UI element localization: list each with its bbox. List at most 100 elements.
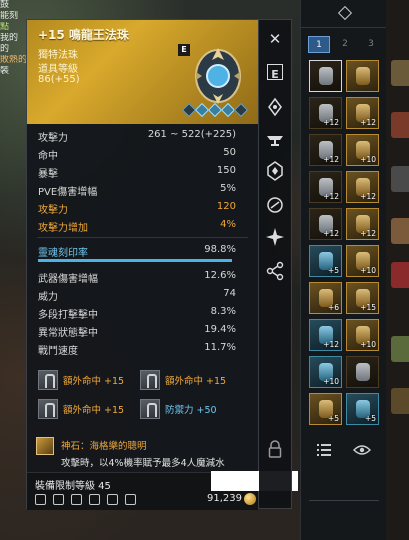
equipment-item-icon bbox=[356, 363, 370, 381]
bonus-item: 額外命中 +15 bbox=[140, 370, 226, 390]
horse-piece-icon bbox=[38, 370, 58, 390]
bonus-label: 防禦力 +50 bbox=[165, 405, 217, 416]
edge-slot bbox=[391, 262, 409, 288]
equipment-slot[interactable]: +10 bbox=[309, 356, 342, 388]
trade-flag-icon bbox=[125, 494, 136, 505]
enhance-level: +12 bbox=[323, 192, 339, 201]
tooltip-header: +15 鳴龍王法珠 獨特法珠 道具等級 86(+55) E bbox=[27, 20, 258, 124]
equipped-badge: E bbox=[178, 44, 190, 56]
equipment-slot[interactable]: +12 bbox=[309, 134, 342, 166]
edge-slot bbox=[391, 166, 409, 192]
compass-icon bbox=[337, 5, 353, 21]
equipment-slot[interactable]: +10 bbox=[346, 245, 379, 277]
enhance-icon[interactable] bbox=[264, 96, 286, 118]
preset-tab-1[interactable]: 1 bbox=[308, 36, 330, 53]
stat-value: 8.3% bbox=[210, 306, 236, 317]
bonus-item: 防禦力 +50 bbox=[140, 399, 217, 419]
gem-icon bbox=[36, 437, 54, 455]
stat-value: 74 bbox=[223, 288, 236, 299]
stat-row: 攻擊力增加 4% bbox=[27, 216, 258, 234]
list-icon[interactable] bbox=[317, 444, 331, 456]
anvil-icon[interactable] bbox=[264, 128, 286, 150]
edge-slot bbox=[391, 112, 409, 138]
equipment-slot[interactable]: +5 bbox=[309, 393, 342, 425]
scale-icon bbox=[71, 494, 82, 505]
edge-slot bbox=[391, 388, 409, 414]
item-title: +15 鳴龍王法珠 bbox=[38, 28, 129, 42]
equipment-slot[interactable]: +15 bbox=[346, 282, 379, 314]
stat-row: 暴擊 150 bbox=[27, 162, 258, 180]
seal-rate-bar bbox=[38, 259, 232, 262]
background-chat-text: 鼓 能刻 點 我的 的 敗熱的 裝 bbox=[0, 0, 26, 77]
trade-flags bbox=[35, 494, 136, 505]
preset-tab-2[interactable]: 2 bbox=[334, 36, 356, 53]
bonus-label: 額外命中 +15 bbox=[63, 376, 125, 387]
equipment-slot[interactable]: +10 bbox=[346, 319, 379, 351]
orb-item-icon bbox=[195, 48, 241, 104]
horse-piece-icon bbox=[38, 399, 58, 419]
enhance-level: +5 bbox=[364, 414, 376, 423]
stat-label: 戰鬥速度 bbox=[38, 346, 78, 357]
equipment-slot[interactable]: +12 bbox=[346, 208, 379, 240]
enhance-level: +5 bbox=[327, 414, 339, 423]
item-tooltip: +15 鳴龍王法珠 獨特法珠 道具等級 86(+55) E 攻擊力 261 ~ 5… bbox=[26, 19, 259, 510]
transfer-icon[interactable] bbox=[264, 194, 286, 216]
equipment-slot[interactable] bbox=[346, 60, 379, 92]
stat-label: 異常狀態擊中 bbox=[38, 328, 98, 339]
sparkle-icon[interactable] bbox=[264, 226, 286, 248]
enhance-level: +12 bbox=[323, 340, 339, 349]
stat-value: 4% bbox=[220, 219, 236, 230]
equipment-slot[interactable]: +12 bbox=[309, 319, 342, 351]
stat-label: 攻擊力增加 bbox=[38, 223, 88, 234]
stat-value: 5% bbox=[220, 183, 236, 194]
bonus-stats: 額外命中 +15 額外命中 +15 額外命中 +15 防禦力 +50 bbox=[27, 366, 258, 428]
enhance-level: +6 bbox=[327, 303, 339, 312]
equipment-grid: +12 +12 +12 +10 +12 +12 +12 +12 +5 +10 +6 +15 +12 +10… bbox=[309, 60, 379, 425]
bonus-item: 額外命中 +15 bbox=[38, 399, 124, 419]
equipment-slot[interactable]: +12 bbox=[309, 208, 342, 240]
enhance-level: +5 bbox=[327, 266, 339, 275]
equipment-slot[interactable]: +12 bbox=[309, 97, 342, 129]
stat-label: 命中 bbox=[38, 151, 58, 162]
stat-label: 暴擊 bbox=[38, 169, 58, 180]
equipment-slot[interactable]: +5 bbox=[346, 393, 379, 425]
equipment-slot[interactable] bbox=[309, 60, 342, 92]
gem-socket-icon[interactable] bbox=[264, 160, 286, 182]
item-level-label: 道具等級 bbox=[38, 64, 78, 75]
equip-requirement: 裝備限制等級 45 bbox=[35, 481, 111, 492]
equipment-slot[interactable]: +5 bbox=[309, 245, 342, 277]
equip-button[interactable]: E bbox=[267, 64, 283, 81]
stat-label: 武器傷害增幅 bbox=[38, 274, 98, 285]
bg-line: 的 bbox=[0, 44, 10, 54]
stat-value: 120 bbox=[216, 201, 236, 212]
gold-coin-icon bbox=[244, 493, 256, 505]
stat-label: 威力 bbox=[38, 292, 58, 303]
equipment-slot[interactable] bbox=[346, 356, 379, 388]
stat-value: 261 ~ 522(+225) bbox=[147, 129, 236, 140]
stat-row: 武器傷害增幅 12.6% bbox=[27, 267, 258, 285]
stat-value: 12.6% bbox=[204, 270, 236, 281]
item-category: 獨特法珠 bbox=[38, 50, 78, 61]
equipment-slot[interactable]: +12 bbox=[346, 171, 379, 203]
equipment-slot[interactable]: +12 bbox=[309, 171, 342, 203]
bg-line: 裝 bbox=[0, 66, 10, 76]
equipment-slot[interactable]: +10 bbox=[346, 134, 379, 166]
enhance-level: +15 bbox=[360, 303, 376, 312]
share-icon[interactable] bbox=[264, 260, 286, 282]
stat-row: 攻擊力 261 ~ 522(+225) bbox=[27, 126, 258, 144]
lock-icon[interactable] bbox=[268, 440, 282, 458]
stat-value: 19.4% bbox=[204, 324, 236, 335]
eye-search-icon[interactable] bbox=[353, 444, 371, 456]
bonus-label: 額外命中 +15 bbox=[165, 376, 227, 387]
bg-line: 我的 bbox=[0, 33, 19, 43]
close-button[interactable]: ✕ bbox=[264, 28, 286, 50]
edge-slot bbox=[391, 336, 409, 362]
panel-header bbox=[301, 0, 386, 28]
equipment-slot[interactable]: +12 bbox=[346, 97, 379, 129]
equipment-item-icon bbox=[356, 67, 370, 85]
stat-value: 11.7% bbox=[204, 342, 236, 353]
stat-row: 威力 74 bbox=[27, 285, 258, 303]
bg-line: 點 bbox=[0, 22, 10, 32]
preset-tab-3[interactable]: 3 bbox=[360, 36, 382, 53]
equipment-slot[interactable]: +6 bbox=[309, 282, 342, 314]
